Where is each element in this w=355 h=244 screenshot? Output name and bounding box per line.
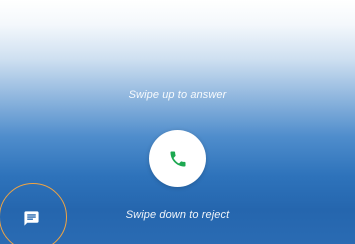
reply-with-message-button[interactable] — [18, 206, 44, 230]
incoming-call-screen: Swipe up to answer Swipe down to reject — [0, 0, 355, 244]
answer-call-button[interactable] — [149, 130, 206, 187]
swipe-up-answer-hint: Swipe up to answer — [128, 89, 227, 101]
message-icon — [23, 210, 40, 227]
phone-icon — [168, 149, 188, 169]
